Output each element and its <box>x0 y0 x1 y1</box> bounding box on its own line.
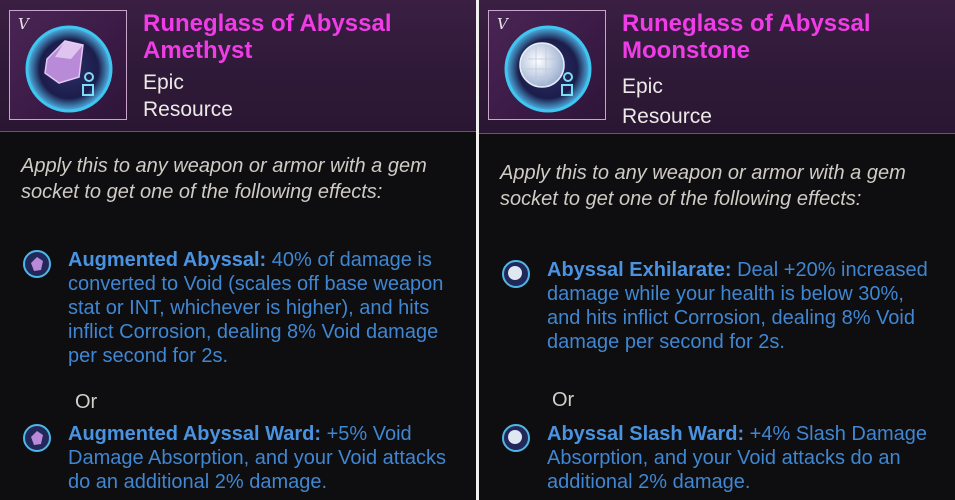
effect-name: Abyssal Slash Ward: <box>547 423 745 445</box>
effect-name: Augmented Abyssal: <box>68 249 267 271</box>
item-icon-frame: V <box>488 10 606 120</box>
or-separator: Or <box>552 389 575 411</box>
item-title: Runeglass of Abyssal Amethyst <box>143 10 392 64</box>
rarity-label: Epic <box>622 75 663 98</box>
moonstone-runeglass-icon <box>504 25 592 113</box>
moonstone-gem-icon <box>502 260 530 288</box>
item-description: Apply this to any weapon or armor with a… <box>21 155 427 203</box>
item-tooltip-amethyst: V Runeglass of Abyssal Amethyst Epic Res… <box>0 0 476 500</box>
moonstone-gem-icon <box>502 424 530 452</box>
effect-name: Augmented Abyssal Ward: <box>68 423 321 445</box>
tooltip-header: V Runeglass of Abyssal Amethyst Epic Res… <box>0 0 476 132</box>
item-title: Runeglass of Abyssal Moonstone <box>622 10 871 64</box>
tooltip-header: V Runeglass of Abyssal Moonstone Epic Re… <box>479 0 955 134</box>
rarity-label: Epic <box>143 71 184 94</box>
category-label: Resource <box>622 105 712 128</box>
amethyst-gem-icon <box>23 424 51 452</box>
effect-text: Abyssal Slash Ward: +4% Slash Damage Abs… <box>547 422 942 494</box>
or-separator: Or <box>75 391 98 413</box>
effect-text: Abyssal Exhilarate: Deal +20% increased … <box>547 258 942 354</box>
amethyst-runeglass-icon <box>25 25 113 113</box>
effect-text: Augmented Abyssal Ward: +5% Void Damage … <box>68 422 463 494</box>
item-description: Apply this to any weapon or armor with a… <box>500 162 906 210</box>
amethyst-gem-icon <box>23 250 51 278</box>
effect-text: Augmented Abyssal: 40% of damage is conv… <box>68 248 463 368</box>
item-icon-frame: V <box>9 10 127 120</box>
category-label: Resource <box>143 98 233 121</box>
effect-name: Abyssal Exhilarate: <box>547 259 732 281</box>
item-tooltip-moonstone: V Runeglass of Abyssal Moonstone Epic Re… <box>479 0 955 500</box>
